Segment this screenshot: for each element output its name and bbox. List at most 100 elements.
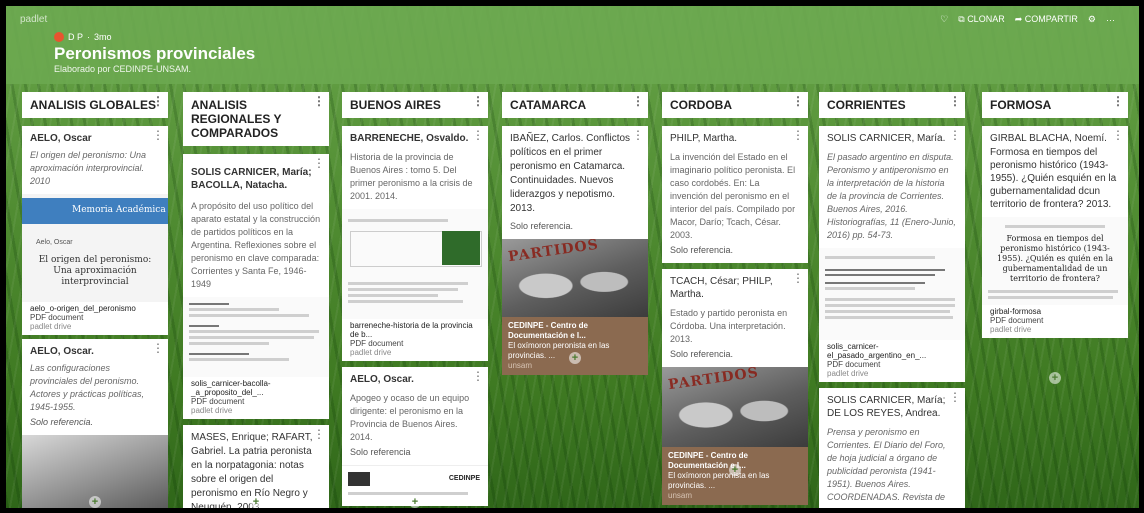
column-title: CORRIENTES — [827, 98, 906, 112]
column-header[interactable]: BUENOS AIRES ⋮ — [342, 92, 488, 118]
post-reference: Solo referencia. — [510, 221, 574, 231]
post-text: Apogeo y ocaso de un equipo dirigente: e… — [350, 393, 470, 442]
post-card[interactable]: ⋮ AELO, Oscar. Las configuraciones provi… — [22, 339, 168, 508]
more-button[interactable]: ··· — [1106, 15, 1115, 25]
attachment-meta: aelo_o-origen_del_peronismo PDF document… — [22, 302, 168, 335]
kebab-icon[interactable]: ⋮ — [632, 129, 644, 141]
column-title: ANALISIS GLOBALES — [30, 98, 157, 112]
kebab-icon[interactable]: ⋮ — [472, 95, 484, 107]
kebab-icon[interactable]: ⋮ — [792, 95, 804, 107]
post-text: El origen del peronismo: Una aproximació… — [30, 150, 147, 186]
file-name: solis_carnicer-el_pasado_argentino_en_..… — [827, 342, 927, 360]
file-type: PDF document — [990, 316, 1044, 325]
column-header[interactable]: FORMOSA ⋮ — [982, 92, 1128, 118]
document-preview[interactable] — [342, 209, 488, 319]
file-source: padlet drive — [350, 348, 392, 357]
kebab-icon[interactable]: ⋮ — [313, 428, 325, 440]
file-source: padlet drive — [30, 322, 72, 331]
attachment-meta: solis_carnicer-bacolla-_a_proposito_del_… — [183, 377, 329, 419]
document-preview[interactable] — [819, 248, 965, 340]
padlet-board: padlet D P · 3mo Peronismos provinciales… — [6, 6, 1139, 508]
share-button[interactable]: ➦ COMPARTIR — [1015, 14, 1078, 25]
kebab-icon[interactable]: ⋮ — [472, 370, 484, 382]
post-author: AELO, Oscar. — [30, 346, 94, 357]
column-corrientes: CORRIENTES ⋮ ⋮ SOLIS CARNICER, María. El… — [819, 92, 965, 508]
author-name[interactable]: D P — [68, 32, 83, 42]
column-title: FORMOSA — [990, 98, 1052, 112]
gear-icon[interactable]: ⚙ — [1088, 14, 1096, 25]
kebab-icon[interactable]: ⋮ — [792, 129, 804, 141]
add-post-button[interactable]: + — [89, 496, 101, 508]
kebab-icon[interactable]: ⋮ — [949, 129, 961, 141]
kebab-icon[interactable]: ⋮ — [1112, 95, 1124, 107]
file-type: PDF document — [30, 313, 84, 322]
attachment-meta: girbal-formosa PDF document padlet drive — [982, 305, 1128, 338]
kebab-icon[interactable]: ⋮ — [632, 95, 644, 107]
kebab-icon[interactable]: ⋮ — [152, 95, 164, 107]
kebab-icon[interactable]: ⋮ — [472, 129, 484, 141]
post-age: 3mo — [94, 32, 112, 42]
post-text: El pasado argentino en disputa. Peronism… — [827, 152, 956, 240]
post-text: IBAÑEZ, Carlos. Conflictos políticos en … — [510, 133, 631, 214]
document-preview[interactable] — [183, 297, 329, 377]
post-card[interactable]: ⋮ PHILP, Martha. La invención del Estado… — [662, 126, 808, 263]
add-post-button[interactable]: + — [569, 352, 581, 364]
document-preview[interactable]: Memoria Académica Aelo, Oscar El origen … — [22, 194, 168, 302]
column-analisis-globales: ANALISIS GLOBALES ⋮ ⋮ AELO, Oscar El ori… — [22, 92, 168, 508]
link-preview-image[interactable]: PARTIDOS — [662, 367, 808, 447]
post-text: Historia de la provincia de Buenos Aires… — [350, 152, 473, 201]
file-name: aelo_o-origen_del_peronismo — [30, 304, 136, 313]
post-author: SOLIS CARNICER, María. — [827, 133, 946, 144]
post-author: AELO, Oscar — [30, 133, 92, 144]
post-card[interactable]: ⋮ IBAÑEZ, Carlos. Conflictos políticos e… — [502, 126, 648, 375]
file-name: solis_carnicer-bacolla-_a_proposito_del_… — [191, 379, 271, 397]
file-type: PDF document — [191, 397, 245, 406]
attachment-meta: barreneche-historia de la provincia de b… — [342, 319, 488, 361]
column-header[interactable]: ANALISIS REGIONALES Y COMPARADOS ⋮ — [183, 92, 329, 146]
column-header[interactable]: ANALISIS GLOBALES ⋮ — [22, 92, 168, 118]
kebab-icon[interactable]: ⋮ — [313, 95, 325, 107]
post-card[interactable]: ⋮ SOLIS CARNICER, María; DE LOS REYES, A… — [819, 388, 965, 508]
file-source: padlet drive — [990, 325, 1032, 334]
share-label: COMPARTIR — [1024, 14, 1078, 24]
column-header[interactable]: CORRIENTES ⋮ — [819, 92, 965, 118]
add-post-button[interactable]: + — [409, 496, 421, 508]
post-text: Las configuraciones provinciales del per… — [30, 363, 145, 412]
link-caption[interactable]: CEDINPE - Centro de Documentación e I...… — [662, 447, 808, 505]
column-header[interactable]: CATAMARCA ⋮ — [502, 92, 648, 118]
kebab-icon[interactable]: ⋮ — [313, 157, 325, 169]
post-card[interactable]: ⋮ AELO, Oscar El origen del peronismo: U… — [22, 126, 168, 335]
post-card[interactable]: ⋮ AELO, Oscar. Apogeo y ocaso de un equi… — [342, 367, 488, 506]
clone-button[interactable]: ⧉ CLONAR — [958, 14, 1004, 25]
document-preview[interactable]: Formosa en tiempos del peronismo históri… — [982, 217, 1128, 305]
post-author: GIRBAL BLACHA, Noemí. — [990, 133, 1107, 144]
file-source: padlet drive — [827, 369, 869, 378]
brand-logo[interactable]: padlet — [20, 14, 47, 25]
post-card[interactable]: ⋮ GIRBAL BLACHA, Noemí. Formosa en tiemp… — [982, 126, 1128, 338]
heart-icon[interactable]: ♡ — [940, 14, 948, 25]
add-post-button[interactable]: + — [250, 496, 262, 508]
post-text: Formosa en tiempos del peronismo históri… — [990, 147, 1117, 210]
post-text: La invención del Estado en el imaginario… — [670, 152, 796, 240]
add-post-button[interactable]: + — [1049, 372, 1061, 384]
kebab-icon[interactable]: ⋮ — [1112, 129, 1124, 141]
link-caption[interactable]: CEDINPE - Centro de Documentación e I...… — [502, 317, 648, 375]
file-name: girbal-formosa — [990, 307, 1042, 316]
kebab-icon[interactable]: ⋮ — [949, 95, 961, 107]
column-header[interactable]: CORDOBA ⋮ — [662, 92, 808, 118]
column-analisis-regionales: ANALISIS REGIONALES Y COMPARADOS ⋮ ⋮ SOL… — [183, 92, 329, 508]
file-type: PDF document — [350, 339, 404, 348]
kebab-icon[interactable]: ⋮ — [949, 391, 961, 403]
post-card[interactable]: ⋮ BARRENECHE, Osvaldo. Historia de la pr… — [342, 126, 488, 361]
post-card[interactable]: ⋮ SOLIS CARNICER, María. El pasado argen… — [819, 126, 965, 382]
avatar[interactable] — [54, 32, 64, 42]
kebab-icon[interactable]: ⋮ — [152, 342, 164, 354]
column-catamarca: CATAMARCA ⋮ ⋮ IBAÑEZ, Carlos. Conflictos… — [502, 92, 648, 375]
kebab-icon[interactable]: ⋮ — [152, 129, 164, 141]
link-preview-image[interactable]: PARTIDOS — [502, 239, 648, 317]
separator-dot: · — [87, 32, 91, 42]
add-post-button[interactable]: + — [729, 464, 741, 476]
post-card[interactable]: ⋮ SOLIS CARNICER, María; BACOLLA, Natach… — [183, 154, 329, 419]
post-reference: Solo referencia — [350, 447, 411, 457]
kebab-icon[interactable]: ⋮ — [792, 272, 804, 284]
